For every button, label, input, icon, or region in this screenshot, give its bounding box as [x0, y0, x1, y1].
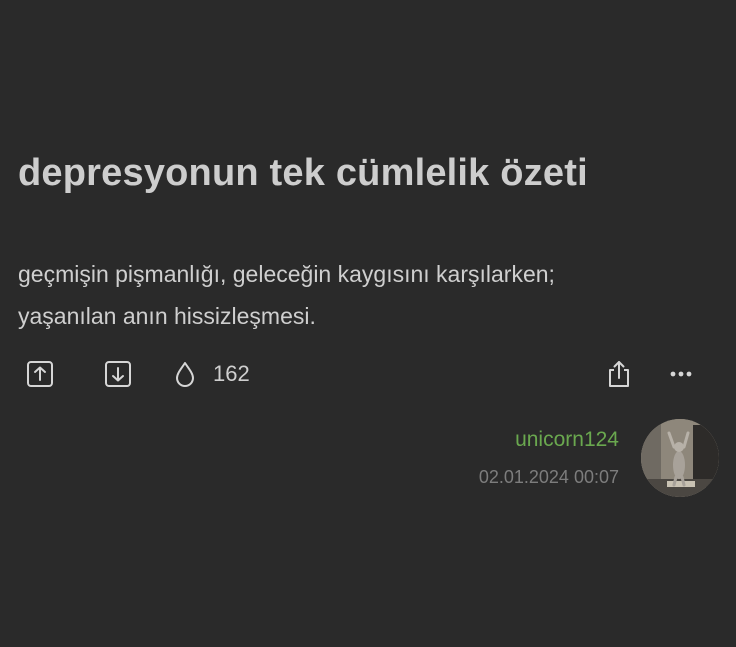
avatar[interactable] [641, 419, 719, 497]
upvote-button[interactable] [26, 360, 54, 388]
arrow-up-box-icon [27, 361, 53, 387]
post-title: depresyonun tek cümlelik özeti [18, 152, 588, 194]
share-icon [609, 361, 629, 387]
more-options-button[interactable] [666, 362, 696, 386]
drop-button[interactable]: 162 [174, 360, 250, 388]
more-horizontal-icon [670, 371, 692, 377]
downvote-button[interactable] [104, 360, 132, 388]
drop-count: 162 [213, 361, 250, 386]
share-button[interactable] [604, 358, 634, 390]
author-username[interactable]: unicorn124 [515, 428, 619, 452]
post-view: depresyonun tek cümlelik özeti geçmişin … [0, 0, 736, 647]
avatar-image [641, 419, 719, 497]
post-timestamp: 02.01.2024 00:07 [478, 467, 619, 487]
droplet-icon [176, 362, 194, 387]
arrow-down-box-icon [105, 361, 131, 387]
post-body: geçmişin pişmanlığı, geleceğin kaygısını… [18, 261, 555, 329]
